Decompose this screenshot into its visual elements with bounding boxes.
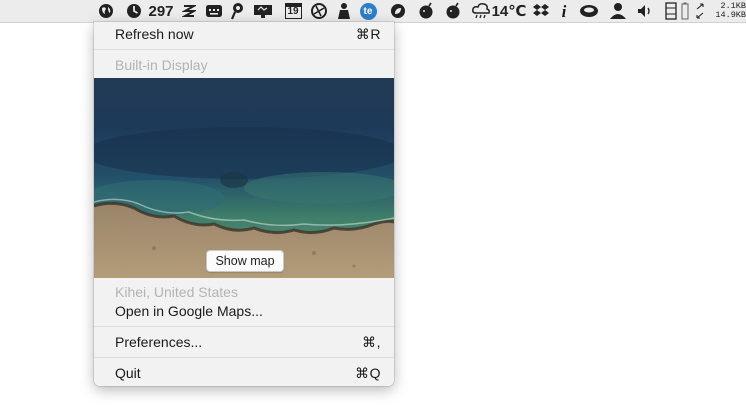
pushpin-icon[interactable] bbox=[228, 0, 246, 22]
net-download: 14.9KB bbox=[715, 10, 746, 20]
clock-icon[interactable] bbox=[124, 0, 144, 22]
wallpaper-photo[interactable] bbox=[94, 78, 394, 278]
cloud-icon[interactable] bbox=[470, 0, 492, 22]
leaf-icon[interactable] bbox=[388, 0, 408, 22]
location-label: Kihei, United States bbox=[115, 284, 238, 300]
refresh-now-shortcut: ⌘R bbox=[355, 26, 381, 42]
menu-bar: 297 19 te 14℃ i 2.1KB 14.9KB bbox=[0, 0, 746, 23]
dropdown-menu: Refresh now ⌘R Built-in Display Show map… bbox=[94, 22, 394, 386]
refresh-now-item[interactable]: Refresh now ⌘R bbox=[94, 23, 394, 45]
figure-icon[interactable] bbox=[334, 0, 354, 22]
bomb-icon[interactable] bbox=[416, 0, 436, 22]
keyboard-icon[interactable] bbox=[204, 0, 224, 22]
info-icon[interactable]: i bbox=[556, 0, 572, 22]
user-icon[interactable] bbox=[608, 0, 628, 22]
built-in-display-label: Built-in Display bbox=[115, 57, 208, 73]
preferences-item[interactable]: Preferences... ⌘, bbox=[94, 331, 394, 353]
menu-separator bbox=[94, 357, 394, 358]
menu-separator bbox=[94, 49, 394, 50]
counter-value[interactable]: 297 bbox=[146, 0, 176, 22]
open-google-maps-item[interactable]: Open in Google Maps... bbox=[94, 300, 394, 322]
calendar-day: 19 bbox=[284, 3, 302, 19]
quit-label: Quit bbox=[115, 365, 141, 381]
volume-icon[interactable] bbox=[636, 0, 656, 22]
aerial-coastline-image bbox=[94, 78, 394, 278]
preferences-shortcut: ⌘, bbox=[362, 334, 381, 350]
menu-separator bbox=[94, 326, 394, 327]
battery-icon[interactable] bbox=[679, 0, 691, 22]
open-google-maps-label: Open in Google Maps... bbox=[115, 303, 263, 319]
show-map-button[interactable]: Show map bbox=[206, 250, 284, 272]
refresh-now-label: Refresh now bbox=[115, 26, 194, 42]
globe-icon[interactable] bbox=[96, 0, 116, 22]
camera-icon[interactable] bbox=[309, 0, 329, 22]
dropbox-icon[interactable] bbox=[531, 0, 551, 22]
network-stats[interactable]: 2.1KB 14.9KB bbox=[706, 2, 746, 20]
te-app-icon[interactable]: te bbox=[358, 0, 378, 22]
quit-shortcut: ⌘Q bbox=[355, 365, 381, 381]
arrows-icon[interactable] bbox=[694, 0, 706, 22]
preferences-label: Preferences... bbox=[115, 334, 203, 350]
temperature-readout[interactable]: 14℃ bbox=[492, 0, 527, 22]
te-app-label: te bbox=[359, 2, 377, 20]
stripes-icon[interactable] bbox=[180, 0, 198, 22]
display-icon[interactable] bbox=[252, 0, 274, 22]
coffee-icon[interactable] bbox=[578, 0, 600, 22]
window-icon[interactable] bbox=[663, 0, 679, 22]
calendar-icon[interactable]: 19 bbox=[282, 0, 304, 22]
built-in-display-header: Built-in Display bbox=[94, 54, 394, 76]
bomb-icon[interactable] bbox=[443, 0, 463, 22]
quit-item[interactable]: Quit ⌘Q bbox=[94, 362, 394, 384]
